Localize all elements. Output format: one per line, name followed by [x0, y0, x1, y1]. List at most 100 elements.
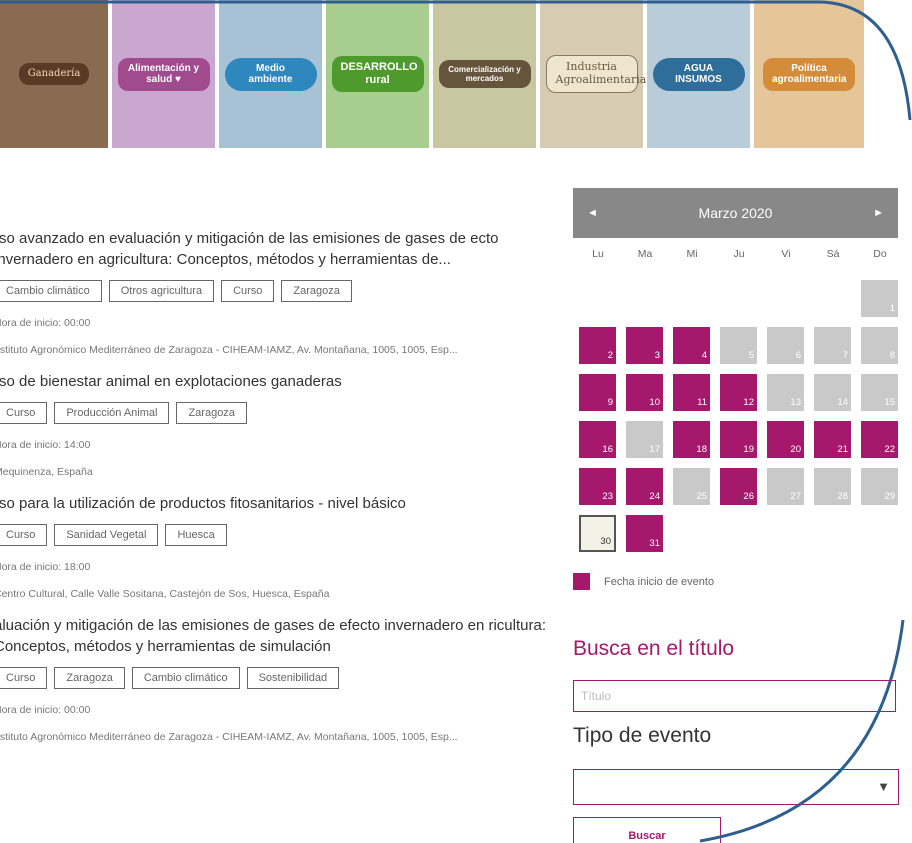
event-tag[interactable]: Curso: [221, 280, 275, 302]
event-tag[interactable]: Curso: [0, 524, 48, 546]
event-tag[interactable]: Huesca: [165, 524, 227, 546]
event-title-link[interactable]: rso de bienestar animal en explotaciones…: [0, 371, 560, 392]
calendar-blank-cell: [814, 280, 851, 317]
calendar-day[interactable]: 12: [720, 374, 757, 411]
calendar-day[interactable]: 10: [626, 374, 663, 411]
calendar-day-number: 21: [837, 444, 848, 455]
event-tag[interactable]: Curso: [0, 402, 48, 424]
calendar-day: 5: [720, 327, 757, 364]
event-type-heading: Tipo de evento: [573, 724, 712, 747]
calendar-day[interactable]: 31: [626, 515, 663, 552]
event-tag[interactable]: Sanidad Vegetal: [54, 524, 159, 546]
weekday-label: Vi: [781, 248, 791, 260]
calendar-day-number: 17: [649, 444, 660, 455]
search-button[interactable]: Buscar: [573, 817, 721, 843]
calendar-day-today: 30: [579, 515, 616, 552]
calendar-day: 8: [861, 327, 898, 364]
calendar-day-number: 2: [607, 350, 613, 361]
category-tile-desarrollo-rural[interactable]: DESARROLLO rural: [326, 0, 433, 148]
category-tile-ganaderia[interactable]: Ganadería: [0, 0, 112, 148]
calendar-day-number: 28: [837, 491, 848, 502]
calendar-day[interactable]: 2: [579, 327, 616, 364]
calendar-day-number: 4: [701, 350, 707, 361]
medio-ambiente-logo: Medio ambiente: [224, 57, 317, 91]
calendar-day: 7: [814, 327, 851, 364]
event-tag[interactable]: Curso: [0, 667, 48, 689]
calendar-day-number: 3: [654, 350, 660, 361]
category-banner: Ganadería Alimentación y salud ♥ Medio a…: [0, 0, 912, 150]
calendar-day: 29: [861, 468, 898, 505]
agua-logo: AGUA INSUMOS: [652, 57, 745, 91]
calendar-blank-cell: [673, 280, 710, 317]
event-title-link[interactable]: rso avanzado en evaluación y mitigación …: [0, 228, 560, 270]
calendar-day[interactable]: 3: [626, 327, 663, 364]
calendar-day[interactable]: 9: [579, 374, 616, 411]
event-tag[interactable]: Zaragoza: [176, 402, 247, 424]
event-start-time: Hora de inicio: 14:00: [0, 439, 91, 451]
calendar-day: 25: [673, 468, 710, 505]
calendar-day-number: 19: [743, 444, 754, 455]
category-tile-politica[interactable]: Política agroalimentaria: [754, 0, 864, 148]
calendar-day[interactable]: 19: [720, 421, 757, 458]
weekday-label: Sá: [826, 248, 840, 260]
calendar-day: 14: [814, 374, 851, 411]
calendar-day-number: 23: [602, 491, 613, 502]
calendar-month-title: Marzo 2020: [698, 205, 773, 221]
category-tile-industria[interactable]: Industria Agroalimentaria: [540, 0, 647, 148]
calendar-day-number: 29: [884, 491, 895, 502]
event-item: rso avanzado en evaluación y mitigación …: [0, 228, 560, 357]
event-tags: Cambio climático Otros agricultura Curso…: [0, 280, 560, 302]
event-tag[interactable]: Producción Animal: [54, 402, 170, 424]
category-tile-medio-ambiente[interactable]: Medio ambiente: [219, 0, 326, 148]
ganaderia-logo: Ganadería: [18, 63, 90, 85]
event-tag[interactable]: Otros agricultura: [108, 280, 215, 302]
weekday-label: Do: [873, 248, 887, 260]
weekday-label: Lu: [592, 248, 604, 260]
event-start-swatch: [573, 573, 590, 590]
calendar-day-number: 20: [790, 444, 801, 455]
calendar-day[interactable]: 22: [861, 421, 898, 458]
calendar-day-number: 7: [842, 350, 848, 361]
next-month-icon[interactable]: ►: [873, 207, 884, 219]
calendar-blank-cell: [767, 280, 804, 317]
calendar-day[interactable]: 11: [673, 374, 710, 411]
calendar-day: 27: [767, 468, 804, 505]
event-item: rso para la utilización de productos fit…: [0, 493, 560, 601]
title-search-input[interactable]: [573, 680, 896, 712]
event-list: rso avanzado en evaluación y mitigación …: [0, 228, 560, 758]
event-tag[interactable]: Sostenibilidad: [246, 667, 340, 689]
calendar-day[interactable]: 16: [579, 421, 616, 458]
event-calendar: ◄ Marzo 2020 ► Lu Ma Mi Ju Vi Sá Do 1234567891…: [573, 188, 898, 552]
event-tag[interactable]: Cambio climático: [131, 667, 240, 689]
event-start-time: Hora de inicio: 00:00: [0, 317, 91, 329]
calendar-day-number: 6: [795, 350, 801, 361]
category-tile-comercializacion[interactable]: Comercialización y mercados: [433, 0, 540, 148]
category-tile-alimentacion[interactable]: Alimentación y salud ♥: [112, 0, 219, 148]
calendar-day[interactable]: 20: [767, 421, 804, 458]
calendar-legend: Fecha inicio de evento: [573, 573, 714, 590]
calendar-day: 17: [626, 421, 663, 458]
event-tag[interactable]: Zaragoza: [281, 280, 352, 302]
calendar-day-number: 27: [790, 491, 801, 502]
legend-label: Fecha inicio de evento: [604, 575, 715, 588]
calendar-day: 13: [767, 374, 804, 411]
event-tag[interactable]: Zaragoza: [54, 667, 125, 689]
prev-month-icon[interactable]: ◄: [587, 207, 598, 219]
calendar-day[interactable]: 18: [673, 421, 710, 458]
desarrollo-rural-logo: DESARROLLO rural: [331, 56, 424, 92]
event-type-select[interactable]: ▼: [573, 769, 899, 805]
politica-logo: Política agroalimentaria: [763, 57, 855, 91]
event-tag[interactable]: Cambio climático: [0, 280, 102, 302]
calendar-day-number: 15: [884, 397, 895, 408]
event-title-link[interactable]: aluación y mitigación de las emisiones d…: [0, 615, 560, 657]
calendar-day[interactable]: 23: [579, 468, 616, 505]
calendar-day-number: 26: [743, 491, 754, 502]
event-title-link[interactable]: rso para la utilización de productos fit…: [0, 493, 560, 514]
calendar-day[interactable]: 4: [673, 327, 710, 364]
calendar-day[interactable]: 21: [814, 421, 851, 458]
category-tile-agua[interactable]: AGUA INSUMOS: [647, 0, 754, 148]
calendar-day[interactable]: 24: [626, 468, 663, 505]
calendar-day[interactable]: 26: [720, 468, 757, 505]
calendar-weekday-row: Lu Ma Mi Ju Vi Sá Do: [573, 248, 898, 268]
weekday-label: Ma: [637, 248, 653, 260]
